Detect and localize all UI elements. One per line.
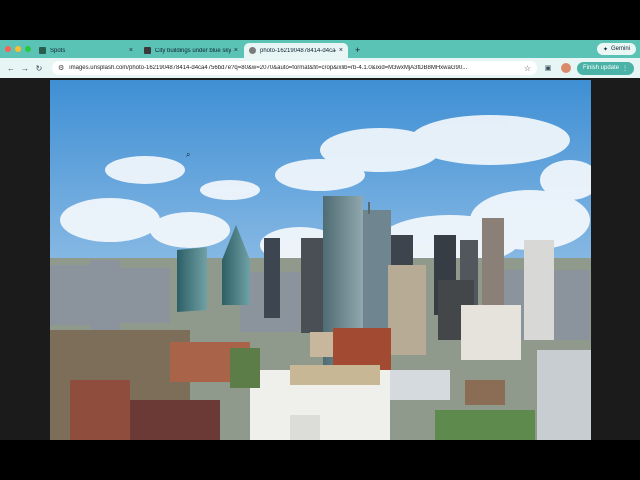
close-window-button[interactable] [5,46,11,52]
close-tab-icon[interactable]: × [339,47,343,54]
new-tab-button[interactable]: + [349,45,366,58]
maximize-window-button[interactable] [25,46,31,52]
spots-favicon-icon [39,47,46,54]
more-vert-icon: ⋮ [622,65,629,72]
tab-label: photo-1621904878414-d4ca4756bd7e [260,47,336,54]
reload-icon[interactable]: ↻ [32,64,46,73]
mouse-cursor-icon: ⌕ [186,150,191,159]
skyline-image [50,80,591,440]
tab-photo[interactable]: photo-1621904878414-d4ca4756bd7e × [244,43,348,58]
unsplash-favicon-icon [144,47,151,54]
arrow-right-icon[interactable]: → [18,64,32,73]
extensions-icon[interactable]: ▣ [541,64,555,72]
url-text[interactable]: images.unsplash.com/photo-1621904878414-… [69,65,524,71]
minimize-window-button[interactable] [15,46,21,52]
sparkle-icon: ✦ [602,46,608,53]
site-info-icon[interactable]: ⚙ [58,64,64,72]
tab-spots[interactable]: Spots × [34,43,138,58]
browser-toolbar: ← → ↻ ⚙ images.unsplash.com/photo-162190… [0,58,640,78]
tab-label: Spots [50,47,66,54]
window-controls [5,46,31,52]
address-bar[interactable]: ⚙ images.unsplash.com/photo-162190487841… [52,61,537,75]
profile-avatar[interactable] [561,63,571,73]
bookmark-star-icon[interactable]: ☆ [524,64,531,73]
close-tab-icon[interactable]: × [234,47,238,54]
tab-strip: Spots × City buildings under blue sky × … [0,40,640,58]
gemini-label: Gemini [610,46,630,52]
globe-icon [249,47,256,54]
arrow-left-icon[interactable]: ← [4,64,18,73]
gemini-button[interactable]: ✦ Gemini [596,43,636,55]
tab-city-buildings[interactable]: City buildings under blue sky × [139,43,243,58]
finish-update-label: Finish update [583,65,620,71]
browser-window: Spots × City buildings under blue sky × … [0,40,640,440]
close-tab-icon[interactable]: × [129,47,133,54]
page-content: ⌕ [0,78,640,440]
tab-label: City buildings under blue sky [155,47,231,54]
city-skyline-photo[interactable] [50,80,591,440]
finish-update-button[interactable]: Finish update ⋮ [577,61,635,75]
